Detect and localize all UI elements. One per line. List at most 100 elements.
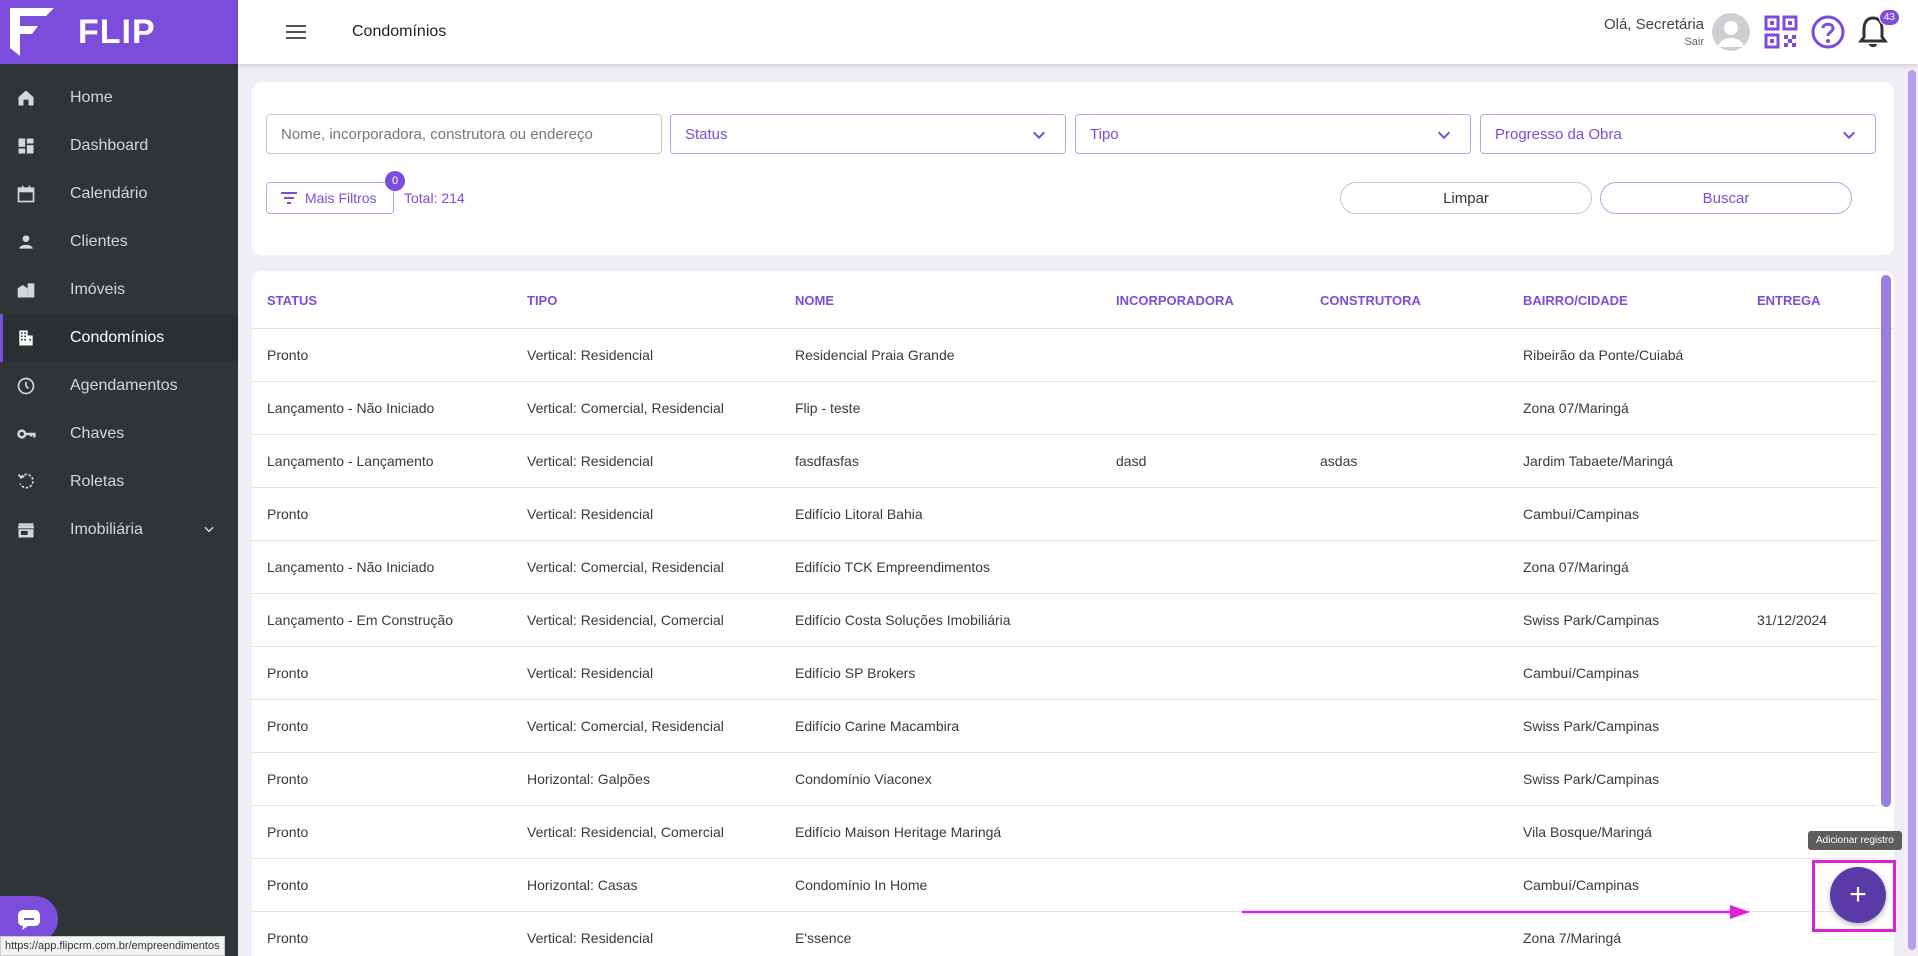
cell-status: Pronto	[267, 877, 309, 893]
sidebar-item-imobiliaria[interactable]: Imobiliária	[0, 506, 238, 554]
cell-tipo: Horizontal: Galpões	[527, 771, 650, 787]
column-header-incorporadora[interactable]: INCORPORADORA	[1116, 293, 1234, 308]
cell-tipo: Vertical: Residencial, Comercial	[527, 612, 724, 628]
column-header-status[interactable]: STATUS	[267, 293, 317, 308]
cell-status: Pronto	[267, 506, 309, 522]
filter-count-badge: 0	[385, 171, 405, 191]
clear-button[interactable]: Limpar	[1340, 182, 1592, 214]
sidebar-item-label: Calendário	[70, 185, 148, 202]
column-header-bairro-cidade[interactable]: BAIRRO/CIDADE	[1523, 293, 1628, 308]
cell-tipo: Vertical: Residencial	[527, 506, 654, 522]
cell-bairro-cidade: Ribeirão da Ponte/Cuiabá	[1523, 347, 1684, 363]
table-row[interactable]: Pronto Vertical: Residencial, Comercial Ed…	[252, 806, 1878, 859]
table-row[interactable]: Pronto Vertical: Residencial Residencial P…	[252, 329, 1878, 382]
chevron-down-icon	[1436, 127, 1452, 147]
page-scrollbar[interactable]	[1906, 64, 1918, 956]
cell-tipo: Vertical: Comercial, Residencial	[527, 559, 724, 575]
cell-status: Pronto	[267, 930, 309, 946]
sidebar-item-label: Agendamentos	[70, 377, 178, 394]
logout-link[interactable]: Sair	[1604, 36, 1704, 48]
cell-bairro-cidade: Swiss Park/Campinas	[1523, 718, 1660, 734]
progresso-select-label: Progresso da Obra	[1495, 125, 1622, 143]
table-row[interactable]: Lançamento - Não Iniciado Vertical: Comer…	[252, 541, 1878, 594]
table-row[interactable]: Pronto Vertical: Comercial, Residencial Ed…	[252, 700, 1878, 753]
progresso-select[interactable]: Progresso da Obra	[1480, 114, 1876, 154]
cell-entrega: 31/12/2024	[1757, 612, 1828, 628]
person-icon	[14, 230, 38, 254]
cell-bairro-cidade: Zona 07/Maringá	[1523, 559, 1629, 575]
menu-toggle-icon[interactable]	[286, 21, 306, 43]
more-filters-label: Mais Filtros	[305, 190, 377, 206]
sidebar-item-calendario[interactable]: Calendário	[0, 170, 238, 218]
cell-bairro-cidade: Cambuí/Campinas	[1523, 877, 1639, 893]
clock-icon	[14, 374, 38, 398]
sidebar-item-dashboard[interactable]: Dashboard	[0, 122, 238, 170]
notification-badge: 43	[1878, 9, 1900, 26]
cell-nome: Condomínio In Home	[795, 877, 928, 893]
chat-icon	[18, 910, 40, 930]
cell-nome: Residencial Praia Grande	[795, 347, 955, 363]
sidebar-nav: Home Dashboard Calendário Clientes Imóve…	[0, 74, 238, 554]
sidebar-item-condominios[interactable]: Condomínios	[0, 314, 238, 362]
cell-incorporadora: dasd	[1116, 453, 1147, 469]
cell-tipo: Vertical: Residencial, Comercial	[527, 824, 724, 840]
cell-status: Lançamento - Não Iniciado	[267, 400, 435, 416]
sidebar-item-chaves[interactable]: Chaves	[0, 410, 238, 458]
sidebar-item-imoveis[interactable]: Imóveis	[0, 266, 238, 314]
logo-bar[interactable]: FLIP	[0, 0, 238, 64]
chevron-down-icon	[1031, 127, 1047, 147]
avatar[interactable]	[1712, 13, 1750, 51]
cell-nome: Edifício Maison Heritage Maringá	[795, 824, 1002, 840]
column-header-tipo[interactable]: TIPO	[527, 293, 557, 308]
cell-nome: fasdfasfas	[795, 453, 859, 469]
cell-status: Lançamento - Lançamento	[267, 453, 434, 469]
column-header-entrega[interactable]: ENTREGA	[1757, 293, 1821, 308]
table-row[interactable]: Lançamento - Em Construção Vertical: Resi…	[252, 594, 1878, 647]
column-header-nome[interactable]: NOME	[795, 293, 834, 308]
search-input[interactable]: Nome, incorporadora, construtora ou ende…	[266, 114, 662, 154]
search-button[interactable]: Buscar	[1600, 182, 1852, 214]
sidebar-item-home[interactable]: Home	[0, 74, 238, 122]
sidebar-item-clientes[interactable]: Clientes	[0, 218, 238, 266]
cell-bairro-cidade: Swiss Park/Campinas	[1523, 771, 1660, 787]
chevron-down-icon	[1841, 127, 1857, 147]
status-select[interactable]: Status	[670, 114, 1066, 154]
add-record-tooltip: Adicionar registro	[1808, 831, 1902, 850]
table-row[interactable]: Pronto Horizontal: Galpões Condomínio Viac…	[252, 753, 1878, 806]
table-row[interactable]: Pronto Vertical: Residencial Edifício Lito…	[252, 488, 1878, 541]
notifications-icon[interactable]: 43	[1858, 9, 1900, 49]
table-row[interactable]: Lançamento - Lançamento Vertical: Residen…	[252, 435, 1878, 488]
cell-nome: E'ssence	[795, 930, 852, 946]
tipo-select[interactable]: Tipo	[1075, 114, 1471, 154]
key-icon	[14, 422, 38, 446]
table-row[interactable]: Lançamento - Não Iniciado Vertical: Comer…	[252, 382, 1878, 435]
sidebar-item-roletas[interactable]: Roletas	[0, 458, 238, 506]
rotate-icon	[14, 470, 38, 494]
table-row[interactable]: Pronto Vertical: Residencial Edifício SP B…	[252, 647, 1878, 700]
add-record-button[interactable]: +	[1830, 867, 1886, 923]
cell-construtora: asdas	[1320, 453, 1358, 469]
table-scrollbar[interactable]	[1878, 271, 1894, 956]
cell-status: Pronto	[267, 665, 309, 681]
help-icon[interactable]	[1810, 14, 1846, 50]
cell-tipo: Horizontal: Casas	[527, 877, 638, 893]
flip-logo-icon	[10, 8, 54, 56]
top-header: Condomínios Olá, Secretária Sair 43	[238, 0, 1918, 64]
sidebar: FLIP Home Dashboard Calendário Clientes …	[0, 0, 238, 956]
cell-bairro-cidade: Cambuí/Campinas	[1523, 665, 1639, 681]
column-header-construtora[interactable]: CONSTRUTORA	[1320, 293, 1421, 308]
cell-tipo: Vertical: Comercial, Residencial	[527, 400, 724, 416]
filter-icon	[281, 192, 297, 204]
condominios-table: STATUS TIPO NOME INCORPORADORA CONSTRUTO…	[252, 271, 1894, 956]
pointer-arrow	[1242, 905, 1750, 919]
sidebar-item-label: Imóveis	[70, 281, 126, 298]
sidebar-item-agendamentos[interactable]: Agendamentos	[0, 362, 238, 410]
sidebar-item-label: Condomínios	[70, 329, 165, 346]
cell-nome: Edifício Costa Soluções Imobiliária	[795, 612, 1011, 628]
chevron-down-icon[interactable]	[202, 522, 216, 541]
cell-status: Pronto	[267, 824, 309, 840]
brand-name: FLIP	[78, 12, 156, 51]
cell-bairro-cidade: Vila Bosque/Maringá	[1523, 824, 1652, 840]
qr-code-icon[interactable]	[1764, 15, 1798, 49]
more-filters-button[interactable]: Mais Filtros 0	[266, 171, 405, 214]
